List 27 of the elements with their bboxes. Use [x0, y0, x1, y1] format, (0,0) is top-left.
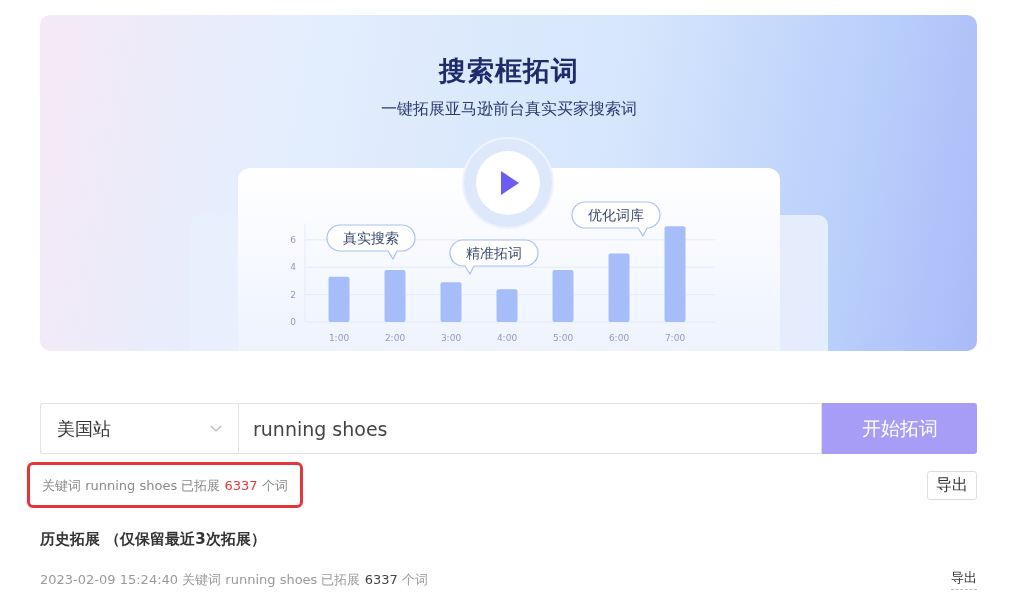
speech-bubble: 真实搜索	[326, 224, 416, 260]
result-summary: 关键词 running shoes 已拓展 6337 个词	[42, 478, 288, 493]
axis-label: 4	[290, 262, 296, 273]
chevron-icon	[210, 424, 222, 433]
history-entry: 2023-02-09 15:24:40 关键词 running shoes 已拓展 6337 个词	[40, 570, 428, 589]
axis-label: 1:00	[328, 333, 350, 343]
history-heading: 历史拓展 （仅保留最近3次拓展）	[40, 530, 267, 549]
export-link[interactable]: 导出	[951, 569, 977, 590]
site-select[interactable]: 美国站	[40, 403, 238, 454]
speech-bubble: 优化词库	[571, 201, 661, 237]
bar	[496, 289, 518, 322]
axis-label: 2	[290, 289, 296, 300]
export-button[interactable]: 导出	[927, 470, 977, 500]
axis-label: 0	[290, 317, 296, 327]
axis-label: 3:00	[440, 333, 462, 343]
banner-subtitle: 一键拓展亚马逊前台真实买家搜索词	[379, 99, 638, 120]
play-button[interactable]	[462, 137, 554, 229]
keyword-input[interactable]: running shoes	[238, 403, 822, 454]
axis-label: 5:00	[552, 333, 574, 343]
banner-title: 搜索框拓词	[437, 54, 580, 88]
speech-bubble: 精准拓词	[449, 239, 539, 275]
axis-label: 4:00	[496, 333, 518, 343]
axis-label: 7:00	[664, 333, 686, 343]
axis-label: 6:00	[608, 333, 630, 343]
axis-label: 2:00	[384, 333, 406, 343]
axis-label: 6	[290, 234, 296, 245]
bar	[440, 282, 462, 322]
